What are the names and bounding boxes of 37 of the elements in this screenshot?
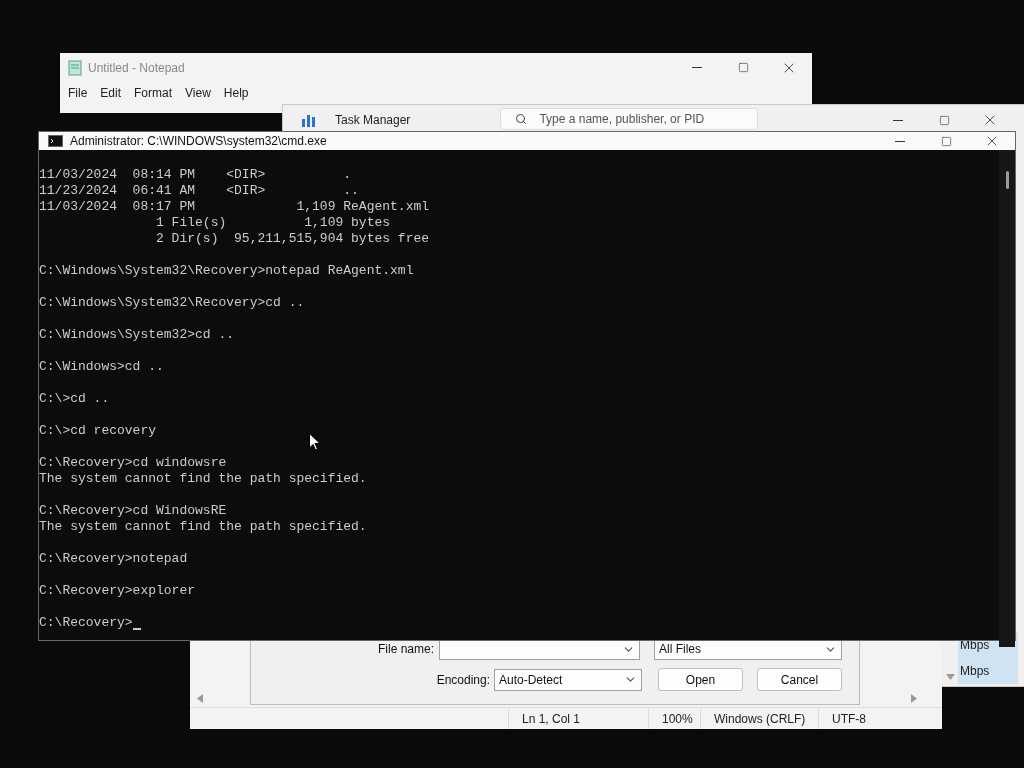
- terminal-line: C:\Recovery>notepad: [39, 551, 188, 567]
- window-title: Administrator: C:\WINDOWS\system32\cmd.exe: [70, 133, 327, 150]
- encoding-dropdown[interactable]: Auto-Detect: [494, 668, 642, 691]
- terminal-line: The system cannot find the path specified.: [39, 471, 367, 487]
- menu-item[interactable]: Edit: [94, 82, 128, 104]
- cancel-button[interactable]: Cancel: [757, 668, 842, 691]
- status-text: Windows (CRLF): [714, 710, 806, 728]
- menu-item[interactable]: Format: [128, 82, 179, 104]
- terminal-line: C:\Recovery>cd windowsre: [39, 455, 227, 471]
- terminal-line: C:\Windows\System32>cd ..: [39, 327, 235, 343]
- terminal-line: 11/03/2024 08:14 PM <DIR> .: [39, 167, 352, 183]
- window-title: Task Manager: [335, 112, 411, 129]
- terminal-line: 2 Dir(s) 95,211,515,904 bytes free: [155, 231, 430, 247]
- field-label: Encoding:: [436, 671, 490, 689]
- terminal-line: C:\Windows>cd ..: [39, 359, 164, 375]
- open-button[interactable]: Open: [658, 668, 743, 691]
- terminal-line: C:\Recovery>explorer: [39, 583, 196, 599]
- terminal-line: The system cannot find the path specified.: [39, 519, 367, 535]
- field-label: File name:: [377, 641, 434, 658]
- terminal-line: C:\>cd recovery: [39, 423, 157, 439]
- terminal-line: C:\Recovery>cd WindowsRE: [39, 503, 227, 519]
- terminal-line: C:\Windows\System32\Recovery>notepad ReAgent.xml: [39, 263, 414, 279]
- table-cell: Mbps: [958, 658, 1018, 684]
- status-text: UTF-8: [832, 710, 866, 728]
- search-field[interactable]: Type a name, publisher, or PID: [500, 108, 759, 130]
- status-text: 100%: [662, 710, 693, 728]
- terminal-line: C:\>cd ..: [39, 391, 110, 407]
- terminal-line: 1 File(s) 1,109 bytes: [155, 215, 391, 231]
- menu-item[interactable]: Help: [217, 82, 255, 104]
- terminal-line: 11/03/2024 08:17 PM 1,109 ReAgent.xml: [39, 199, 430, 215]
- terminal-line: C:\Recovery>: [39, 615, 133, 631]
- status-text: Ln 1, Col 1: [522, 710, 581, 728]
- window-title: Untitled - Notepad: [88, 59, 185, 77]
- terminal-line: C:\Windows\System32\Recovery>cd ..: [39, 295, 305, 311]
- menu-item[interactable]: File: [62, 82, 94, 104]
- terminal-line: 11/23/2024 06:41 AM <DIR> ..: [39, 183, 359, 199]
- menu-item[interactable]: View: [179, 82, 217, 104]
